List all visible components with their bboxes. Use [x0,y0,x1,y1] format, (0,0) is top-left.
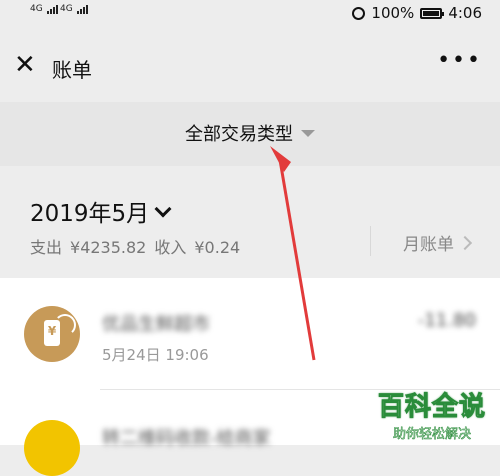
annotation-arrow [270,146,316,361]
watermark-logo: 百科全说 助你轻松解决 [377,392,486,443]
